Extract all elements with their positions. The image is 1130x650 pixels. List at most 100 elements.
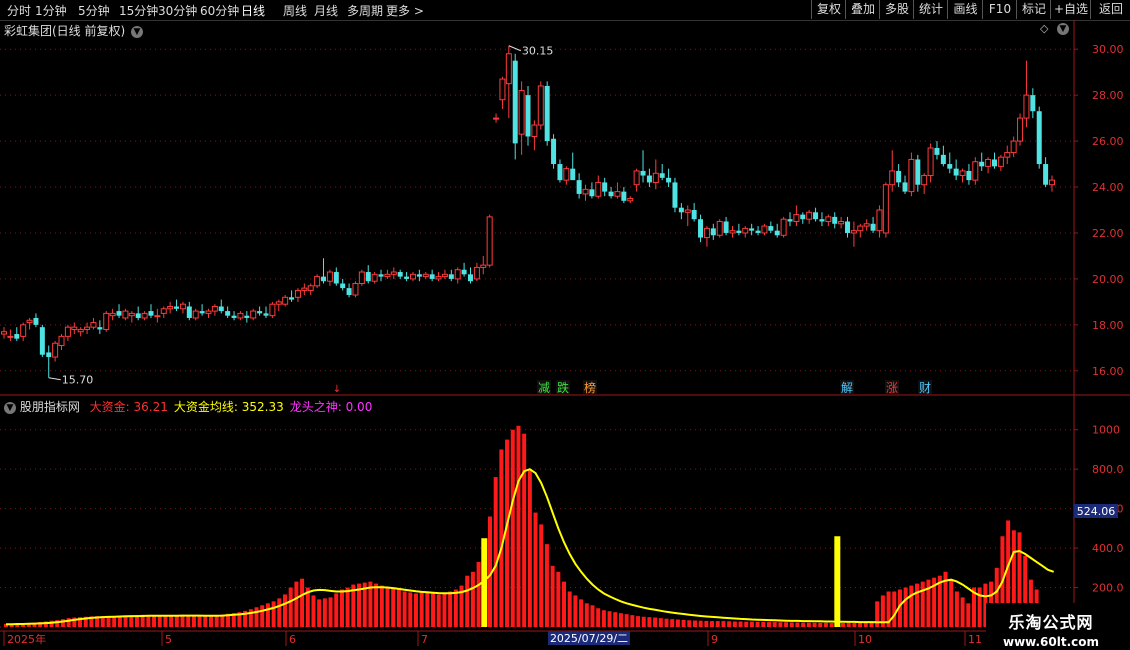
candle-body-up (806, 211, 813, 220)
big-fund-bar (152, 615, 157, 627)
candle-body-up (192, 310, 199, 319)
time-axis-label: 7 (421, 633, 428, 646)
big-fund-bar (601, 610, 606, 627)
big-fund-bar (413, 593, 418, 627)
candle-body-down (39, 327, 45, 355)
candle-body-down (940, 154, 946, 165)
candle-body-down (640, 170, 646, 176)
big-fund-bar (214, 615, 219, 627)
watermark-title: 乐淘公式网 (1008, 613, 1094, 632)
big-fund-bar (755, 621, 760, 627)
candle-body-up (52, 342, 59, 358)
candle-body-down (365, 272, 371, 282)
candle-body-down (646, 175, 652, 183)
candle-body-up (684, 209, 691, 213)
big-fund-bar (647, 617, 652, 627)
candle-body-up (486, 216, 493, 266)
big-fund-bar (590, 605, 595, 627)
candle-body-up (614, 191, 621, 197)
candle-body-up (563, 168, 570, 181)
big-fund-bar (681, 619, 686, 627)
big-fund-bar (641, 616, 646, 627)
big-fund-bar (636, 616, 641, 627)
candle-body-up (179, 303, 186, 310)
candle-body-up (972, 161, 979, 181)
big-fund-bar (710, 621, 715, 627)
big-fund-bar (277, 598, 282, 627)
big-fund-bar (960, 597, 965, 627)
candle-body-up (908, 158, 915, 193)
big-fund-bar (687, 620, 692, 627)
candle-body-up (716, 220, 723, 236)
big-fund-bar (396, 589, 401, 627)
candle-body-down (672, 182, 678, 208)
candle-body-down (199, 311, 205, 314)
big-fund-bar (436, 594, 441, 627)
candle-body-up (780, 218, 787, 236)
candle-body-up (729, 230, 736, 234)
candle-body-down (832, 216, 838, 224)
time-axis-label: 2025年 (7, 632, 46, 646)
candle-body-up (985, 158, 992, 167)
candle-body-down (678, 207, 684, 213)
candle-body-down (755, 230, 761, 233)
big-fund-bar (453, 589, 458, 627)
candle-body-up (1049, 179, 1055, 186)
candle-body-down (1036, 111, 1042, 165)
candle-body-up (390, 271, 397, 275)
cursor-date-label: 2025/07/29/二 (550, 632, 628, 645)
candle-body-down (14, 334, 20, 339)
big-fund-bar (892, 591, 897, 627)
big-fund-bar (596, 608, 601, 627)
candle-body-down (289, 297, 295, 300)
candle-body-up (493, 117, 500, 120)
candle-body-down (225, 311, 231, 316)
big-fund-bar (618, 613, 623, 627)
candle-body-down (174, 306, 180, 309)
big-fund-bar (903, 587, 908, 627)
event-marker: 跌 (557, 380, 569, 395)
candle-body-down (710, 228, 716, 236)
candle-body-down (774, 230, 780, 236)
price-tick-label: 26.00 (1092, 135, 1124, 148)
big-fund-bar (789, 622, 794, 627)
big-fund-bar (129, 615, 134, 627)
big-fund-bar (670, 619, 675, 627)
candle-body-up (1, 331, 7, 335)
big-fund-bar (448, 591, 453, 627)
candle-body-up (652, 172, 659, 183)
candle-body-up (633, 170, 640, 186)
candle-body-up (141, 312, 148, 319)
candle-body-up (103, 312, 110, 330)
candle-body-up (582, 188, 589, 195)
candle-body-up (58, 335, 65, 347)
big-fund-bar (573, 595, 578, 627)
kline-chart[interactable]: 30.00 28.00 26.00 24.00 22.00 20.00 18.00 16.00… (0, 0, 1130, 650)
candle-body-up (167, 305, 174, 310)
big-fund-bar (664, 618, 669, 627)
big-fund-bar (374, 583, 379, 627)
candle-body-up (499, 78, 506, 101)
candle-body-up (435, 276, 442, 280)
candle-body-down (46, 352, 52, 358)
big-fund-bar (271, 601, 276, 627)
candle-body-down (691, 210, 697, 220)
indicator-tick-label: 200.0 (1092, 582, 1124, 595)
candle-body-down (97, 327, 103, 330)
candle-body-down (576, 180, 582, 194)
time-axis-label: 5 (165, 633, 172, 646)
candle-body-down (244, 315, 250, 318)
big-fund-bar (749, 621, 754, 627)
candle-body-up (371, 273, 378, 282)
big-fund-bar (146, 615, 151, 627)
big-fund-bar (863, 623, 868, 627)
candle-body-down (602, 182, 608, 192)
event-arrow-icon: ↓ (333, 384, 341, 395)
candle-body-up (761, 225, 768, 234)
big-fund-bar (727, 621, 732, 627)
big-fund-bar (721, 621, 726, 627)
candle-body-down (544, 85, 550, 142)
highlight-bar (834, 536, 841, 627)
big-fund-bar (556, 571, 561, 627)
candle-body-down (33, 317, 39, 325)
